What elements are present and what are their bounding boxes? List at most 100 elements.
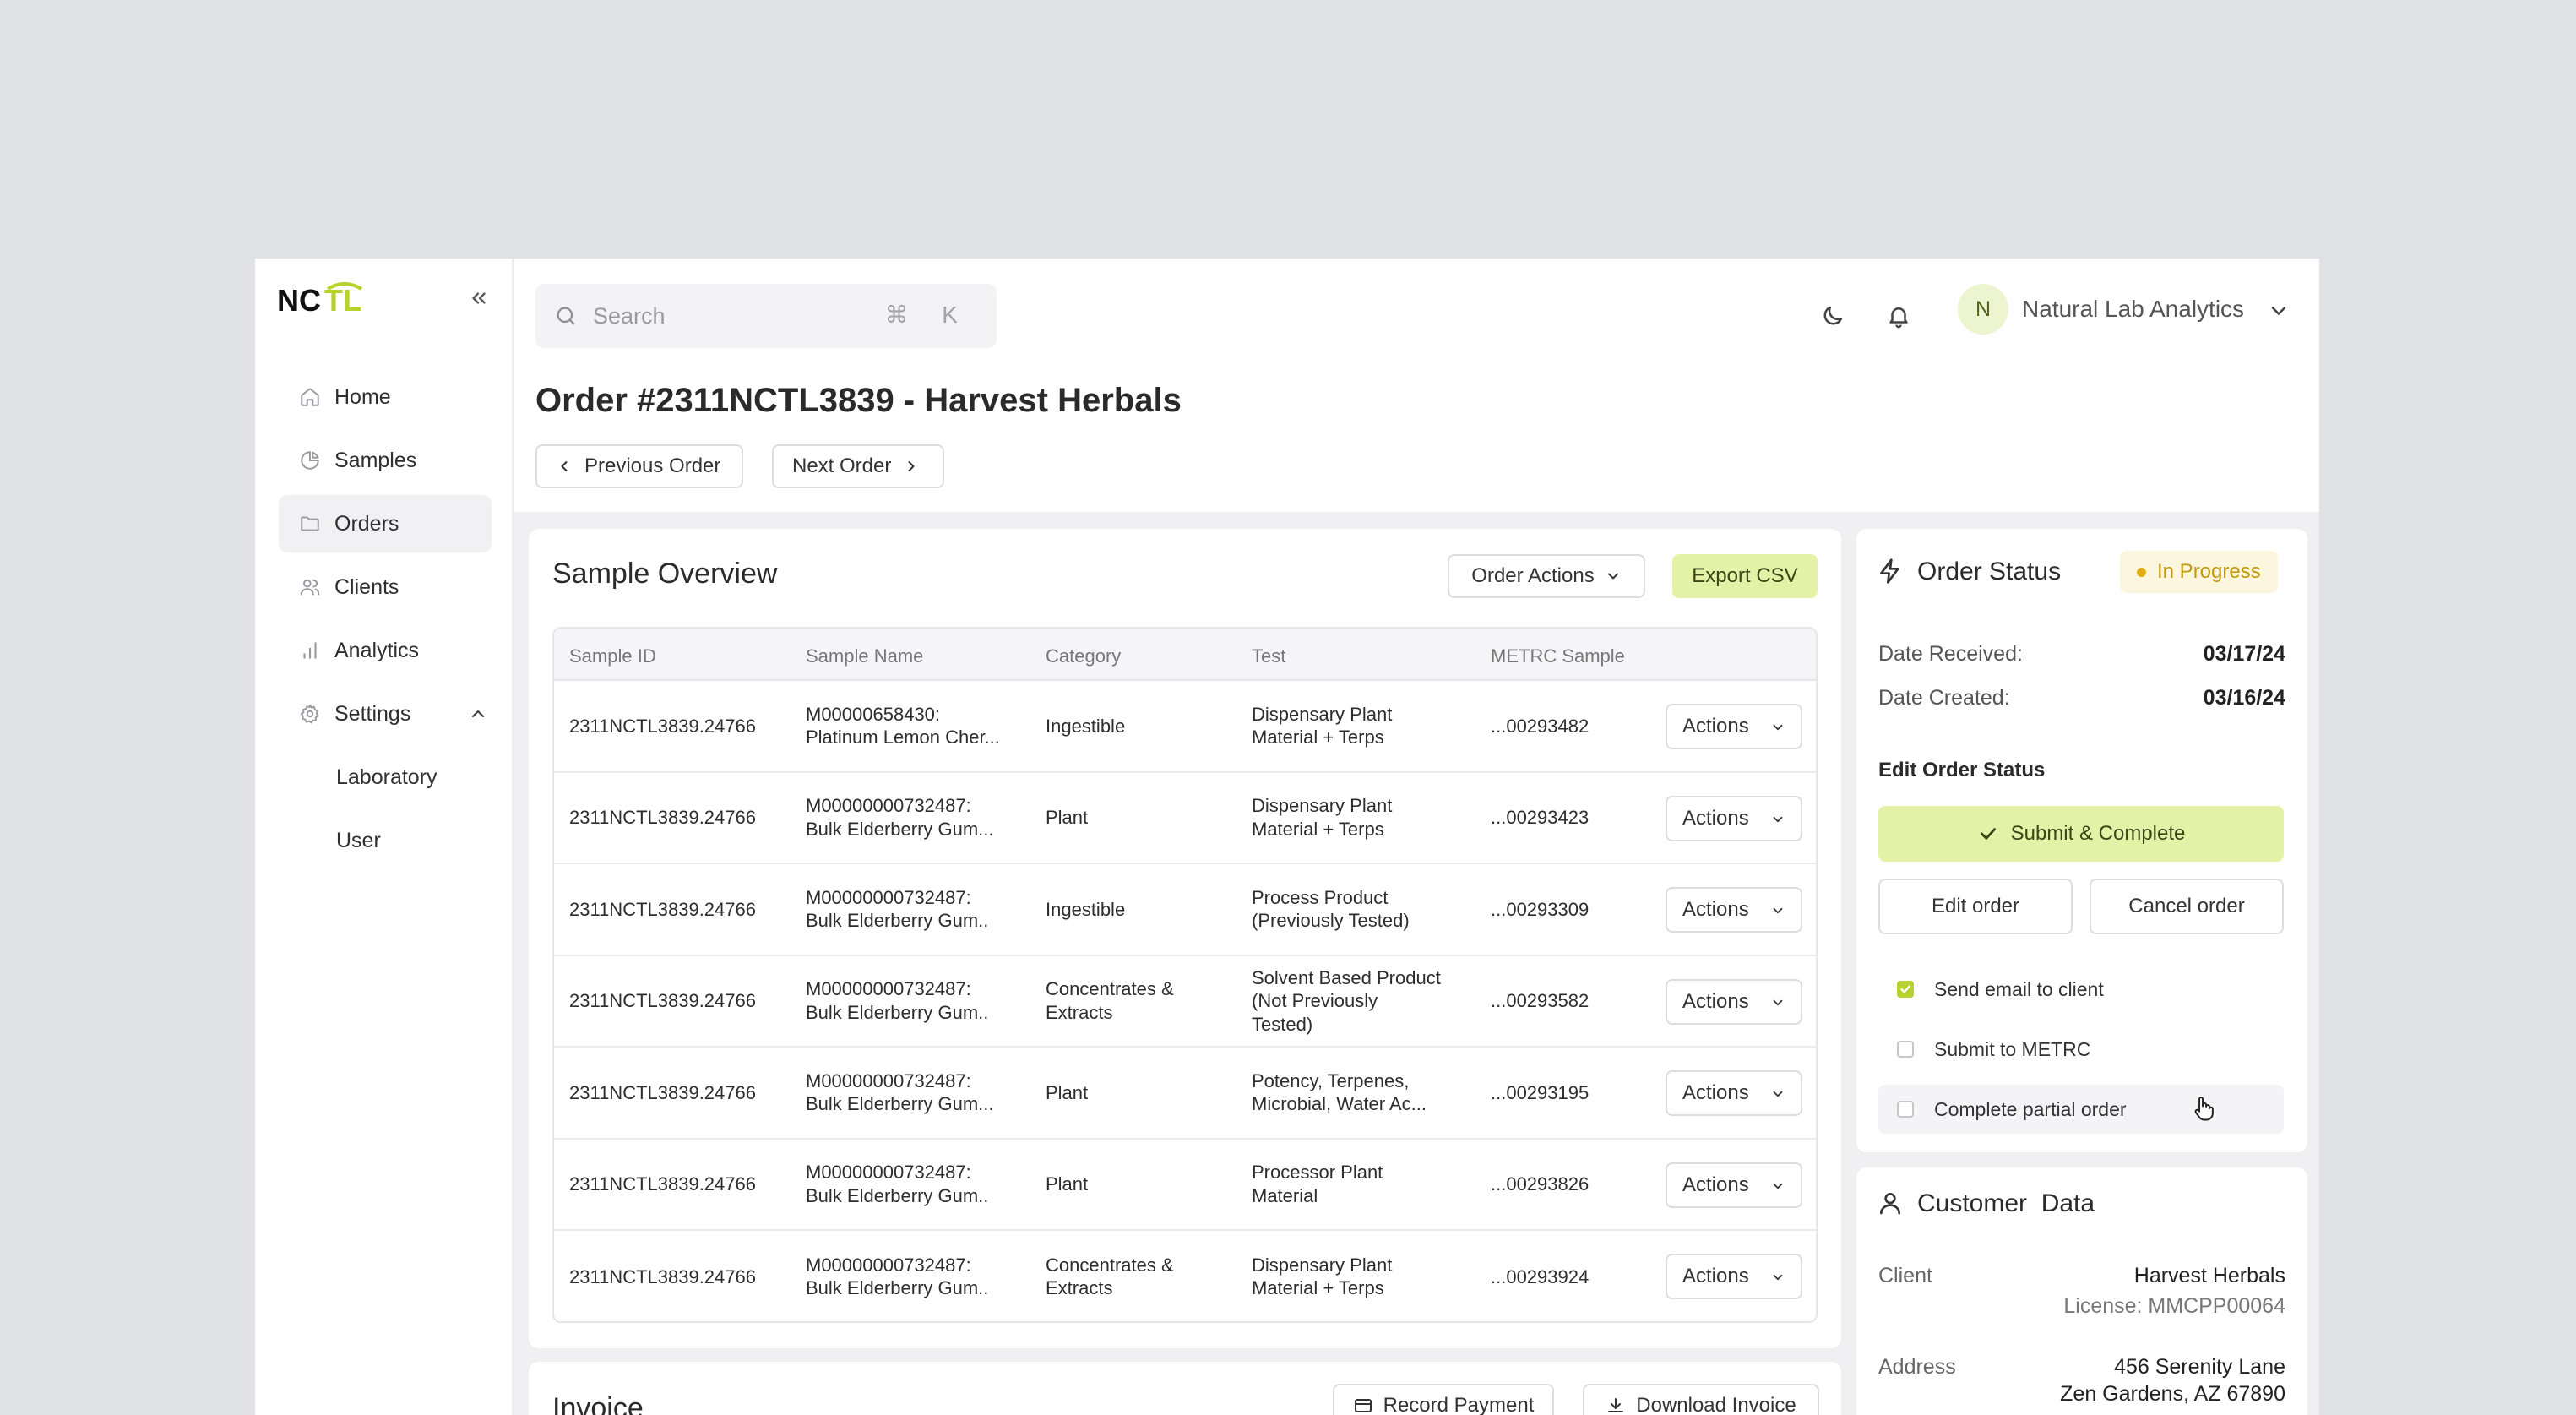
test-line: Material + Terps (1252, 818, 1384, 840)
previous-order-button[interactable]: Previous Order (535, 444, 743, 488)
table-row[interactable]: 2311NCTL3839.24766 M00000000732487: Bulk E… (554, 1048, 1816, 1140)
chevron-up-icon[interactable] (468, 704, 488, 724)
submit-complete-label: Submit & Complete (2010, 822, 2186, 845)
metrc-cell: ...00293482 (1491, 681, 1643, 771)
metrc-sample: ...00293924 (1491, 1265, 1590, 1287)
edit-order-status-heading: Edit Order Status (1878, 759, 2046, 781)
row-actions-label: Actions (1682, 1173, 1749, 1196)
record-payment-button[interactable]: Record Payment (1333, 1384, 1554, 1415)
sample-name-line: M00000000732487: (806, 1254, 971, 1276)
category-cell: Plant (1046, 1140, 1240, 1230)
sidebar-item-clients[interactable]: Clients (279, 558, 492, 616)
sample-name-cell: M00000000732487: Bulk Elderberry Gum.. (806, 1231, 1034, 1321)
table-row[interactable]: 2311NCTL3839.24766 M00000000732487: Bulk E… (554, 864, 1816, 956)
app-window: NC TL Home Samples Orders Clients Analyt… (255, 259, 2319, 1415)
sample-name-line: Bulk Elderberry Gum.. (806, 1001, 989, 1023)
search-input[interactable]: Search ⌘ K (535, 284, 997, 348)
sample-name-line: Bulk Elderberry Gum... (806, 1093, 994, 1115)
row-actions-button[interactable]: Actions (1666, 1254, 1802, 1299)
category: Plant (1046, 1081, 1089, 1103)
address-label: Address (1878, 1355, 1956, 1379)
sample-name-cell: M00000000732487: Bulk Elderberry Gum.. (806, 956, 1034, 1047)
category: Ingestible (1046, 898, 1126, 920)
row-actions-button[interactable]: Actions (1666, 1070, 1802, 1116)
send-email-checkbox[interactable]: Send email to client (1878, 965, 2284, 1014)
content-area: Sample Overview Order Actions Export CSV… (514, 512, 2319, 1415)
row-actions-label: Actions (1682, 898, 1749, 921)
column-header[interactable]: Sample Name (806, 645, 923, 667)
row-actions-button[interactable]: Actions (1666, 887, 1802, 933)
checkbox-label: Send email to client (1934, 977, 2104, 1000)
row-actions-button[interactable]: Actions (1666, 795, 1802, 841)
sample-name-line: M00000000732487: (806, 886, 971, 908)
brand-logo[interactable]: NC TL (277, 282, 370, 318)
submit-complete-button[interactable]: Submit & Complete (1878, 806, 2284, 862)
complete-partial-order-checkbox[interactable]: Complete partial order (1878, 1085, 2284, 1134)
column-header[interactable]: Sample ID (569, 645, 656, 667)
chevron-down-icon (1773, 907, 1783, 914)
category: Concentrates & Extracts (1046, 1254, 1174, 1299)
search-icon (554, 304, 578, 328)
test-line: Material + Terps (1252, 727, 1384, 748)
sidebar-subitem-user[interactable]: User (279, 812, 492, 869)
checkbox-unchecked-icon[interactable] (1897, 1041, 1914, 1058)
order-actions-button[interactable]: Order Actions (1448, 554, 1645, 598)
row-actions-button[interactable]: Actions (1666, 1162, 1802, 1208)
row-actions-label: Actions (1682, 1265, 1749, 1287)
test-line: Process Product (1252, 886, 1389, 908)
column-header[interactable]: Test (1252, 645, 1285, 667)
chevron-down-icon[interactable] (2267, 299, 2291, 323)
avatar[interactable]: N (1958, 284, 2008, 335)
next-order-label: Next Order (792, 454, 892, 477)
row-actions-button[interactable]: Actions (1666, 978, 1802, 1025)
checkbox-unchecked-icon[interactable] (1897, 1101, 1914, 1118)
row-actions-label: Actions (1682, 715, 1749, 737)
column-header[interactable]: METRC Sample (1491, 645, 1625, 667)
table-row[interactable]: 2311NCTL3839.24766 M00000000732487: Bulk E… (554, 773, 1816, 864)
submit-metrc-checkbox[interactable]: Submit to METRC (1878, 1025, 2284, 1074)
test-line: (Not Previously (1252, 990, 1378, 1011)
moon-icon[interactable] (1818, 301, 1848, 331)
users-icon (297, 574, 323, 600)
bell-icon[interactable] (1883, 301, 1914, 331)
table-header: Sample ID Sample Name Category Test METR… (554, 629, 1816, 681)
sidebar-item-settings[interactable]: Settings (279, 685, 492, 743)
edit-order-button[interactable]: Edit order (1878, 879, 2073, 934)
sidebar-item-analytics[interactable]: Analytics (279, 622, 492, 679)
invoice-card: Invoice Record Payment Download Invoice (529, 1362, 1841, 1415)
sidebar-item-orders[interactable]: Orders (279, 495, 492, 552)
sample-id: 2311NCTL3839.24766 (569, 1173, 756, 1195)
sample-name-line: Bulk Elderberry Gum.. (806, 910, 989, 932)
column-header[interactable]: Category (1046, 645, 1121, 667)
cancel-order-button[interactable]: Cancel order (2090, 879, 2284, 934)
sidebar-subitem-laboratory[interactable]: Laboratory (279, 748, 492, 806)
table-row[interactable]: 2311NCTL3839.24766 M00000000732487: Bulk E… (554, 1231, 1816, 1321)
sample-overview-title: Sample Overview (552, 558, 778, 590)
row-actions-button[interactable]: Actions (1666, 704, 1802, 749)
double-chevron-left-icon[interactable] (466, 286, 492, 311)
download-invoice-button[interactable]: Download Invoice (1583, 1384, 1819, 1415)
sample-name-line: M00000658430: (806, 703, 941, 725)
checkbox-checked-icon[interactable] (1897, 981, 1914, 998)
sample-name-cell: M00000000732487: Bulk Elderberry Gum... (806, 1048, 1034, 1138)
client-label: Client (1878, 1264, 1932, 1287)
table-row[interactable]: 2311NCTL3839.24766 M00000658430: Platinum … (554, 681, 1816, 773)
metrc-sample: ...00293195 (1491, 1081, 1590, 1103)
date-received-value: 03/17/24 (2203, 642, 2285, 666)
table-row[interactable]: 2311NCTL3839.24766 M00000000732487: Bulk E… (554, 1140, 1816, 1231)
sidebar-item-samples[interactable]: Samples (279, 432, 492, 489)
category-cell: Ingestible (1046, 681, 1240, 771)
date-created-label: Date Created: (1878, 686, 2010, 710)
org-name[interactable]: Natural Lab Analytics (2022, 296, 2244, 323)
sidebar-item-home[interactable]: Home (279, 368, 492, 426)
sample-id-cell: 2311NCTL3839.24766 (569, 1231, 797, 1321)
chevron-down-icon (1773, 1274, 1783, 1281)
export-csv-button[interactable]: Export CSV (1672, 554, 1818, 598)
next-order-button[interactable]: Next Order (772, 444, 944, 488)
sample-id: 2311NCTL3839.24766 (569, 807, 756, 828)
sample-name-line: M00000000732487: (806, 1069, 971, 1091)
test-line: (Previously Tested) (1252, 910, 1410, 932)
order-status-card: Order Status In Progress Date Received: … (1856, 529, 2307, 1152)
table-row[interactable]: 2311NCTL3839.24766 M00000000732487: Bulk E… (554, 956, 1816, 1048)
sidebar: NC TL Home Samples Orders Clients Analyt… (255, 259, 514, 1415)
